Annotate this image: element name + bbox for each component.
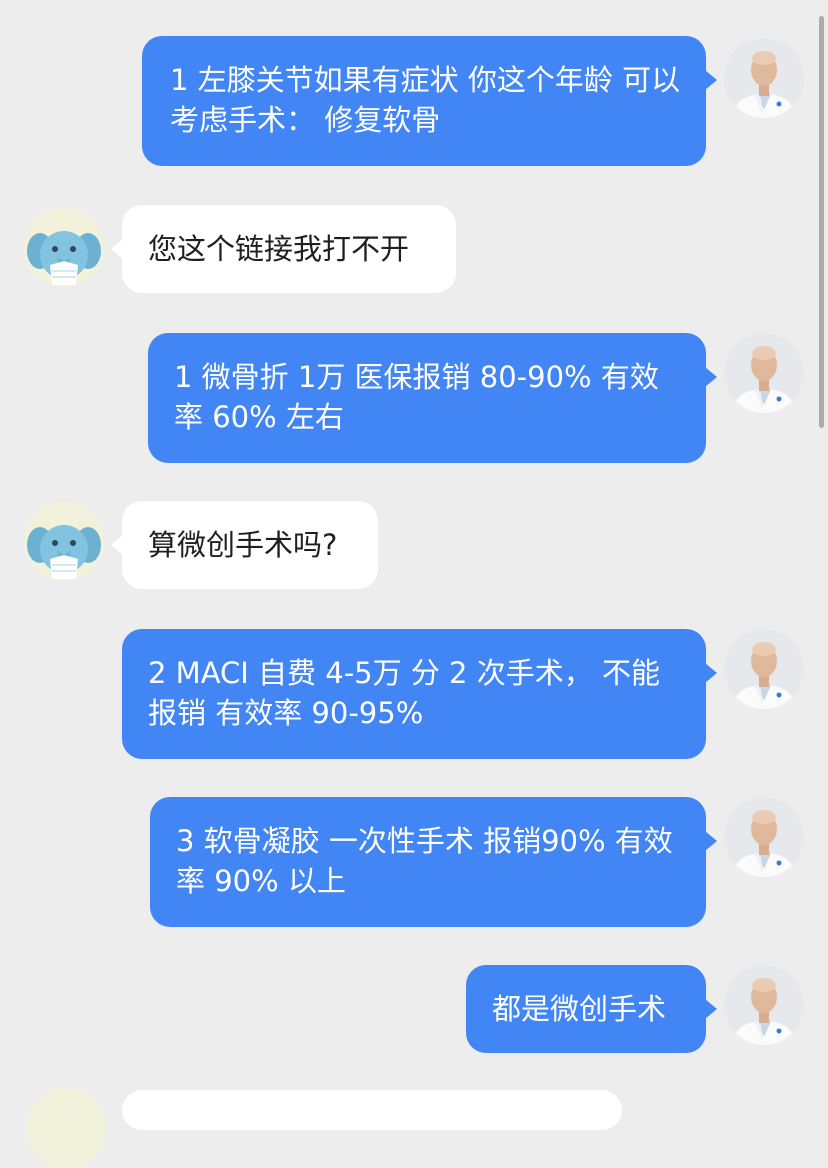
message-bubble-incoming[interactable]: 您这个链接我打不开: [122, 205, 456, 293]
doctor-avatar-icon: [724, 797, 804, 877]
message-bubble-outgoing[interactable]: 2 MACI 自费 4-5万 分 2 次手术， 不能报销 有效率 90-95%: [122, 629, 706, 759]
bubble-tail: [705, 663, 717, 683]
message-bubble-outgoing[interactable]: 1 左膝关节如果有症状 你这个年龄 可以考虑手术： 修复软骨: [142, 36, 706, 166]
bubble-tail: [705, 70, 717, 90]
doctor-avatar[interactable]: [724, 797, 804, 877]
message-row-doctor: 3 软骨凝胶 一次性手术 报销90% 有效率 90% 以上: [0, 797, 828, 927]
message-row-doctor: 1 微骨折 1万 医保报销 80-90% 有效率 60% 左右: [0, 333, 828, 463]
bubble-tail: [705, 831, 717, 851]
message-bubble-outgoing[interactable]: 3 软骨凝胶 一次性手术 报销90% 有效率 90% 以上: [150, 797, 706, 927]
message-text: 1 微骨折 1万 医保报销 80-90% 有效率 60% 左右: [174, 360, 659, 434]
elephant-avatar[interactable]: [24, 501, 104, 581]
message-text: 1 左膝关节如果有症状 你这个年龄 可以考虑手术： 修复软骨: [170, 63, 681, 137]
message-bubble-outgoing[interactable]: 都是微创手术: [466, 965, 706, 1053]
doctor-avatar-icon: [724, 38, 804, 118]
message-text: 3 软骨凝胶 一次性手术 报销90% 有效率 90% 以上: [176, 824, 673, 898]
message-text: 都是微创手术: [492, 992, 667, 1026]
doctor-avatar-icon: [724, 629, 804, 709]
message-row-patient: 算微创手术吗?: [0, 501, 828, 591]
doctor-avatar[interactable]: [724, 965, 804, 1045]
chat-thread[interactable]: 1 左膝关节如果有症状 你这个年龄 可以考虑手术： 修复软骨 您这个链接我打不开…: [0, 0, 828, 1168]
doctor-avatar[interactable]: [724, 629, 804, 709]
elephant-avatar-partial[interactable]: [26, 1088, 106, 1168]
scrollbar[interactable]: [819, 16, 824, 428]
message-bubble-incoming-partial[interactable]: [122, 1090, 622, 1130]
message-text: 2 MACI 自费 4-5万 分 2 次手术， 不能报销 有效率 90-95%: [148, 656, 660, 730]
message-bubble-incoming[interactable]: 算微创手术吗?: [122, 501, 378, 589]
message-text: 算微创手术吗?: [148, 528, 338, 562]
message-text: 您这个链接我打不开: [148, 232, 410, 266]
bubble-tail: [705, 999, 717, 1019]
bubble-tail: [705, 367, 717, 387]
elephant-avatar[interactable]: [24, 207, 104, 287]
doctor-avatar[interactable]: [724, 38, 804, 118]
elephant-avatar-icon: [24, 501, 104, 581]
elephant-avatar-icon: [24, 207, 104, 287]
message-row-patient: 您这个链接我打不开: [0, 205, 828, 295]
message-bubble-outgoing[interactable]: 1 微骨折 1万 医保报销 80-90% 有效率 60% 左右: [148, 333, 706, 463]
message-row-doctor: 都是微创手术: [0, 965, 828, 1055]
message-row-doctor: 1 左膝关节如果有症状 你这个年龄 可以考虑手术： 修复软骨: [0, 36, 828, 166]
doctor-avatar-icon: [724, 965, 804, 1045]
message-row-doctor: 2 MACI 自费 4-5万 分 2 次手术， 不能报销 有效率 90-95%: [0, 629, 828, 759]
doctor-avatar-icon: [724, 333, 804, 413]
doctor-avatar[interactable]: [724, 333, 804, 413]
